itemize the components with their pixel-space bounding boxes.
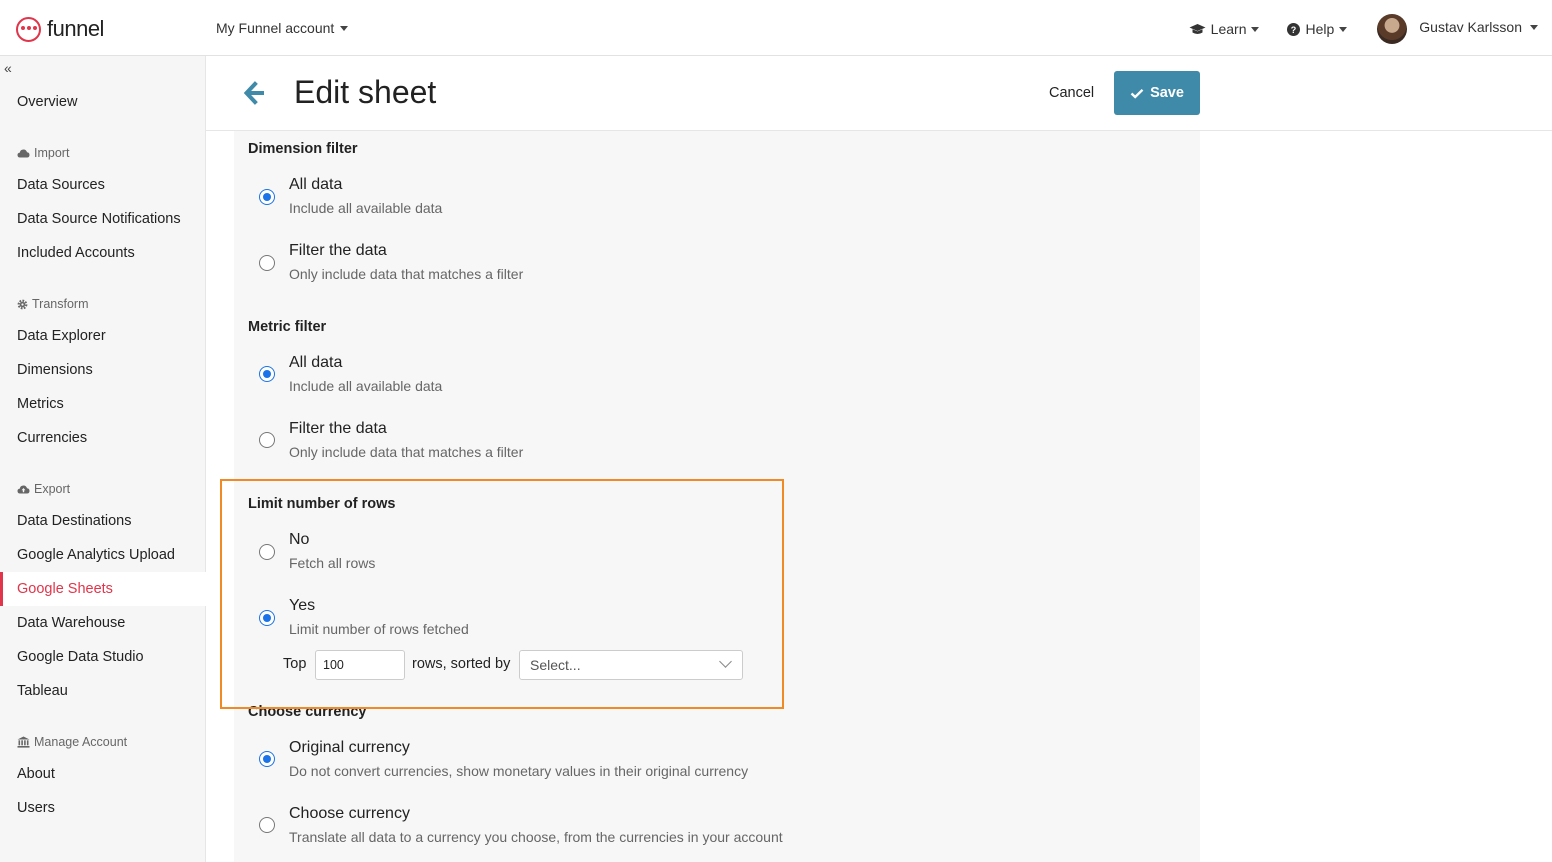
sidebar-item-google-analytics-upload[interactable]: Google Analytics Upload xyxy=(17,547,175,563)
page-title: Edit sheet xyxy=(294,74,437,110)
gear-icon xyxy=(17,299,28,309)
sidebar-item-included-accounts[interactable]: Included Accounts xyxy=(17,245,135,261)
svg-text:?: ? xyxy=(1291,25,1297,35)
bank-icon xyxy=(17,736,30,748)
currency-original-desc: Do not convert currencies, show monetary… xyxy=(289,763,749,779)
currency-original-title: Original currency xyxy=(289,739,410,756)
caret-down-icon xyxy=(340,25,349,31)
sidebar-group-export-label: Export xyxy=(34,482,71,496)
sidebar-group-import-label: Import xyxy=(34,146,70,160)
sidebar-item-data-warehouse[interactable]: Data Warehouse xyxy=(17,615,125,631)
graduation-cap-icon xyxy=(1189,23,1206,34)
currency-choose-radio[interactable] xyxy=(259,817,275,833)
logo-text: funnel xyxy=(47,16,104,41)
collapse-sidebar-icon[interactable]: « xyxy=(4,60,12,76)
sidebar-group-import: Import xyxy=(17,146,69,160)
account-label: My Funnel account xyxy=(216,20,335,36)
check-icon xyxy=(1130,88,1144,99)
arrow-left-icon[interactable] xyxy=(244,81,266,105)
sidebar-item-users[interactable]: Users xyxy=(17,800,55,816)
sidebar: « Overview Import Data Sources Data Sour… xyxy=(0,56,206,862)
dimension-filter-all-desc: Include all available data xyxy=(289,200,443,216)
metric-filter-title: Metric filter xyxy=(248,319,327,335)
sidebar-item-data-explorer[interactable]: Data Explorer xyxy=(17,328,106,344)
sidebar-item-google-data-studio[interactable]: Google Data Studio xyxy=(17,649,144,665)
sidebar-group-manage-account: Manage Account xyxy=(17,735,127,749)
page-header: Edit sheet Cancel Save xyxy=(206,56,1552,131)
dimension-filter-filter-radio[interactable] xyxy=(259,255,275,271)
funnel-logo[interactable]: funnel xyxy=(16,16,104,42)
sidebar-item-tableau[interactable]: Tableau xyxy=(17,683,68,699)
funnel-logo-icon xyxy=(16,16,41,42)
caret-down-icon xyxy=(1530,24,1538,30)
top-bar: funnel My Funnel account Learn ? Help Gu… xyxy=(0,0,1552,56)
sidebar-group-transform: Transform xyxy=(17,297,89,311)
sidebar-group-manage-account-label: Manage Account xyxy=(34,735,128,749)
user-menu[interactable]: Gustav Karlsson xyxy=(1419,19,1538,35)
dimension-filter-title: Dimension filter xyxy=(248,141,358,157)
avatar[interactable] xyxy=(1377,14,1408,44)
metric-filter-all-radio[interactable] xyxy=(259,366,275,382)
currency-choose-desc: Translate all data to a currency you cho… xyxy=(289,829,783,845)
metric-filter-filter-title: Filter the data xyxy=(289,420,387,437)
cloud-icon xyxy=(17,149,30,158)
learn-label: Learn xyxy=(1210,21,1247,37)
metric-filter-all-title: All data xyxy=(289,354,343,371)
sidebar-group-export: Export xyxy=(17,482,70,496)
cloud-upload-icon xyxy=(17,485,30,494)
dimension-filter-all-radio[interactable] xyxy=(259,189,275,205)
caret-down-icon xyxy=(1251,26,1260,32)
highlight-box xyxy=(220,479,784,709)
metric-filter-all-desc: Include all available data xyxy=(289,378,443,394)
sidebar-item-data-sources[interactable]: Data Sources xyxy=(17,177,105,193)
cancel-button[interactable]: Cancel xyxy=(1049,85,1094,101)
sidebar-group-transform-label: Transform xyxy=(32,297,89,311)
save-label: Save xyxy=(1150,85,1184,101)
metric-filter-filter-desc: Only include data that matches a filter xyxy=(289,444,524,460)
sidebar-item-google-sheets-label[interactable]: Google Sheets xyxy=(17,581,113,597)
metric-filter-filter-radio[interactable] xyxy=(259,432,275,448)
help-menu[interactable]: ? Help xyxy=(1287,21,1348,37)
help-label: Help xyxy=(1305,21,1335,37)
dimension-filter-all-title: All data xyxy=(289,176,343,193)
account-dropdown[interactable]: My Funnel account xyxy=(216,20,349,36)
currency-choose-title: Choose currency xyxy=(289,805,410,822)
sidebar-item-data-destinations[interactable]: Data Destinations xyxy=(17,513,131,529)
dimension-filter-filter-desc: Only include data that matches a filter xyxy=(289,266,524,282)
caret-down-icon xyxy=(1339,26,1348,32)
sidebar-item-data-source-notifications[interactable]: Data Source Notifications xyxy=(17,211,181,227)
currency-original-radio[interactable] xyxy=(259,751,275,767)
save-button[interactable]: Save xyxy=(1114,71,1200,115)
user-name-label: Gustav Karlsson xyxy=(1419,19,1522,35)
sidebar-item-currencies[interactable]: Currencies xyxy=(17,430,87,446)
sidebar-item-dimensions[interactable]: Dimensions xyxy=(17,362,93,378)
learn-menu[interactable]: Learn xyxy=(1189,21,1260,37)
sidebar-item-overview[interactable]: Overview xyxy=(17,94,77,110)
question-circle-icon: ? xyxy=(1287,22,1301,36)
sidebar-item-about[interactable]: About xyxy=(17,766,55,782)
sidebar-item-metrics[interactable]: Metrics xyxy=(17,396,64,412)
dimension-filter-filter-title: Filter the data xyxy=(289,242,387,259)
